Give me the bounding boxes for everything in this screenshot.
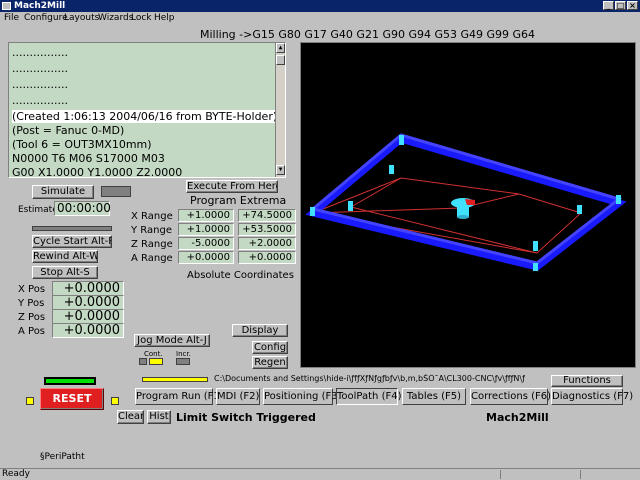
gcode-line-selected: (Created 1:06:13 2004/06/16 from BYTE-Ho… (12, 110, 278, 123)
status-divider (580, 470, 581, 479)
rewind-button[interactable]: Rewind Alt-W (32, 250, 98, 263)
menu-help[interactable]: Help (154, 12, 175, 24)
a-pos-value: +0.0000 (52, 323, 124, 338)
execute-from-here-button[interactable]: Execute From Here (186, 180, 278, 193)
tab-toolpath[interactable]: ToolPath (F4) (336, 388, 402, 405)
cont-label: Cont. (144, 350, 163, 358)
maximize-icon[interactable]: □ (615, 1, 626, 10)
gcode-display[interactable]: ................ ................ ......… (8, 42, 286, 178)
cycle-start-button[interactable]: Cycle Start Alt-R (32, 235, 112, 248)
y-pos-value: +0.0000 (52, 295, 124, 310)
z-range-label: Z Range (131, 239, 173, 250)
gcode-line: G00 X1.0000 Y1.0000 Z2.0000 (12, 166, 183, 178)
reset-led-right (111, 397, 119, 405)
file-path: C:\Documents and Settings\hide-i\ƒfƒXƒNƒ… (214, 374, 525, 383)
app-icon (2, 2, 11, 10)
regen-button[interactable]: Regen (252, 356, 288, 369)
x-range-min: +1.0000 (178, 209, 234, 222)
simulate-indicator (101, 186, 131, 197)
title-bar: Mach2Mill _ □ × (0, 0, 640, 12)
scroll-down-icon[interactable]: ▼ (276, 165, 285, 175)
a-range-label: A Range (131, 253, 173, 264)
x-pos-value: +0.0000 (52, 281, 124, 296)
jog-indicator-left (139, 358, 147, 365)
scroll-thumb[interactable] (276, 55, 285, 65)
tab-program-run[interactable]: Program Run (F1) (135, 388, 224, 405)
brand-label: Mach2Mill (486, 411, 549, 424)
menu-wizards[interactable]: Wizards (98, 12, 133, 24)
tab-corrections[interactable]: Corrections (F6) (470, 388, 551, 405)
hist-button[interactable]: Hist (147, 410, 171, 424)
toolpath-3d-view[interactable] (300, 42, 636, 368)
x-pos-label: X Pos (18, 284, 46, 295)
cycle-indicator (32, 226, 112, 231)
cont-indicator (149, 358, 163, 365)
z-pos-label: Z Pos (18, 312, 46, 323)
menu-bar: File Configure Layouts Wizards Lock Help (0, 12, 640, 24)
functions-button[interactable]: Functions (551, 375, 623, 387)
z-range-max: +2.0000 (238, 237, 296, 250)
a-pos-label: A Pos (18, 326, 46, 337)
reset-led-left (26, 397, 34, 405)
display-button[interactable]: Display (232, 324, 288, 337)
tab-tables[interactable]: Tables (F5) (402, 388, 466, 405)
z-pos-value: +0.0000 (52, 309, 124, 324)
tab-mdi[interactable]: MDI (F2) (216, 388, 260, 405)
menu-configure[interactable]: Configure (24, 12, 68, 24)
y-range-label: Y Range (131, 225, 172, 236)
gcode-line: ................ (12, 78, 68, 91)
gcode-line: (Post = Fanuc 0-MD) (12, 124, 125, 137)
menu-lock[interactable]: Lock (131, 12, 152, 24)
x-range-max: +74.5000 (238, 209, 296, 222)
tab-diagnostics[interactable]: Diagnostics (F7) (551, 388, 633, 405)
simulate-button[interactable]: Simulate (32, 185, 94, 199)
clear-button[interactable]: Clear (117, 410, 144, 424)
estimate-label: Estimate (18, 205, 58, 215)
status-message: Limit Switch Triggered (176, 411, 316, 424)
close-icon[interactable]: × (627, 1, 638, 10)
z-range-min: -5.0000 (178, 237, 234, 250)
a-range-min: +0.0000 (178, 251, 234, 264)
reset-indicator (44, 377, 96, 385)
scroll-up-icon[interactable]: ▲ (276, 43, 285, 53)
modal-status: Milling ->G15 G80 G17 G40 G21 G90 G94 G5… (200, 28, 536, 41)
y-range-min: +1.0000 (178, 223, 234, 236)
tab-positioning[interactable]: Positioning (F3) (263, 388, 342, 405)
minimize-icon[interactable]: _ (603, 1, 614, 10)
file-loaded-indicator (142, 377, 208, 382)
status-text: Ready (2, 469, 30, 479)
incr-label: Incr. (176, 350, 191, 358)
reset-button[interactable]: RESET (40, 388, 104, 410)
extrema-title: Program Extrema (190, 194, 287, 207)
gcode-line: (Tool 6 = OUT3MX10mm) (12, 138, 152, 151)
a-range-max: +0.0000 (238, 251, 296, 264)
absolute-coordinates-label: Absolute Coordinates (187, 270, 294, 281)
incr-indicator (176, 358, 190, 365)
jog-mode-button[interactable]: Jog Mode Alt-J (134, 334, 210, 347)
status-divider (500, 470, 501, 479)
y-range-max: +53.5000 (238, 223, 296, 236)
gcode-line: ................ (12, 46, 68, 59)
gcode-line: ................ (12, 94, 68, 107)
estimate-time: 00:00:00 (54, 201, 111, 216)
config-button[interactable]: Config (252, 341, 288, 354)
overlay-text: §PeriPatht (40, 452, 85, 462)
window-title: Mach2Mill (14, 1, 66, 11)
gcode-line: ................ (12, 62, 68, 75)
y-pos-label: Y Pos (18, 298, 45, 309)
menu-file[interactable]: File (4, 12, 19, 24)
stop-button[interactable]: Stop Alt-S (32, 266, 98, 279)
menu-layouts[interactable]: Layouts (64, 12, 99, 24)
status-bar: Ready (0, 468, 640, 480)
gcode-line: N0000 T6 M06 S17000 M03 (12, 152, 165, 165)
x-range-label: X Range (131, 211, 173, 222)
gcode-scrollbar[interactable]: ▲ ▼ (275, 43, 285, 177)
